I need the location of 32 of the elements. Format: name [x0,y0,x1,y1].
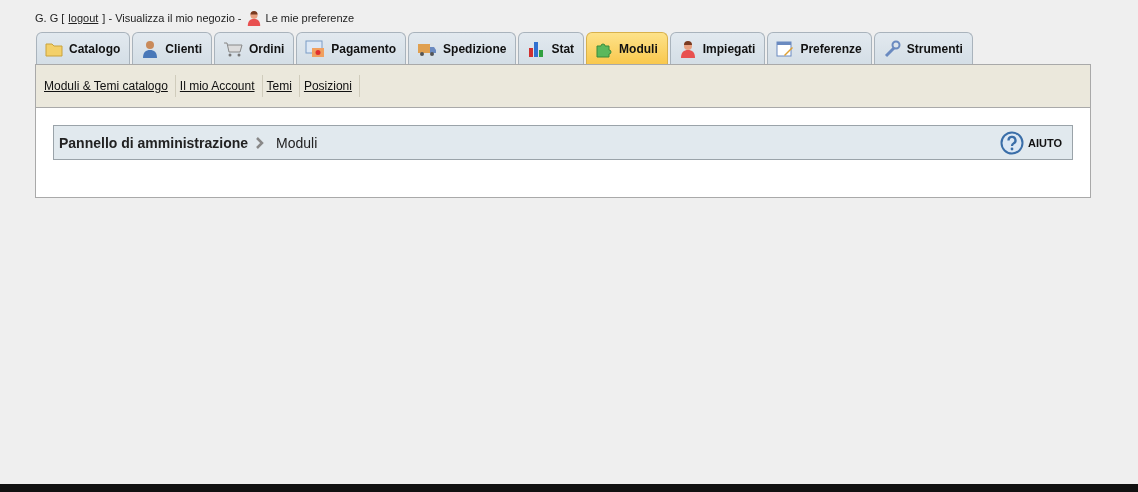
card-icon [305,39,326,58]
nav-tab[interactable]: Clienti [132,32,212,64]
wrench-icon [882,39,901,58]
help-icon [999,130,1024,155]
nav-tab[interactable]: Ordini [214,32,295,64]
nav-tab[interactable]: Strumenti [873,32,973,64]
subnav-link[interactable]: Posizioni [299,75,360,97]
nav-tab[interactable]: Preferenze [767,32,872,64]
person-icon [245,10,262,26]
cart-icon [223,40,243,57]
breadcrumb-root[interactable]: Pannello di amministrazione [59,134,249,151]
preferences-link[interactable]: Le mie preferenze [265,12,355,24]
store-link[interactable]: ] - Visualizza il mio negozio - [102,12,242,24]
nav-tab[interactable]: Impiegati [669,32,766,64]
breadcrumb-current: Moduli [276,134,319,151]
nav-tab[interactable]: Pagamento [296,32,407,64]
subnav-link[interactable]: Il mio Account [175,75,263,97]
bar-chart-icon [527,39,546,58]
nav-tab[interactable]: Catalogo [36,32,131,64]
help-link[interactable]: AIUTO [999,130,1062,155]
person-icon [678,39,697,58]
nav-tab[interactable]: Stat [518,32,585,64]
folder-icon [45,40,63,57]
subnav-link[interactable]: Temi [262,75,300,97]
nav-tab[interactable]: Moduli [586,32,668,64]
user-label: G. G [ [35,12,65,24]
subnav-link[interactable]: Moduli & Temi catalogo [40,75,176,97]
nav-tab[interactable]: Spedizione [408,32,517,64]
chevron-icon [256,136,265,149]
window-pencil-icon [776,39,795,58]
logout-link[interactable]: logout [68,12,99,24]
person-icon [141,39,160,58]
